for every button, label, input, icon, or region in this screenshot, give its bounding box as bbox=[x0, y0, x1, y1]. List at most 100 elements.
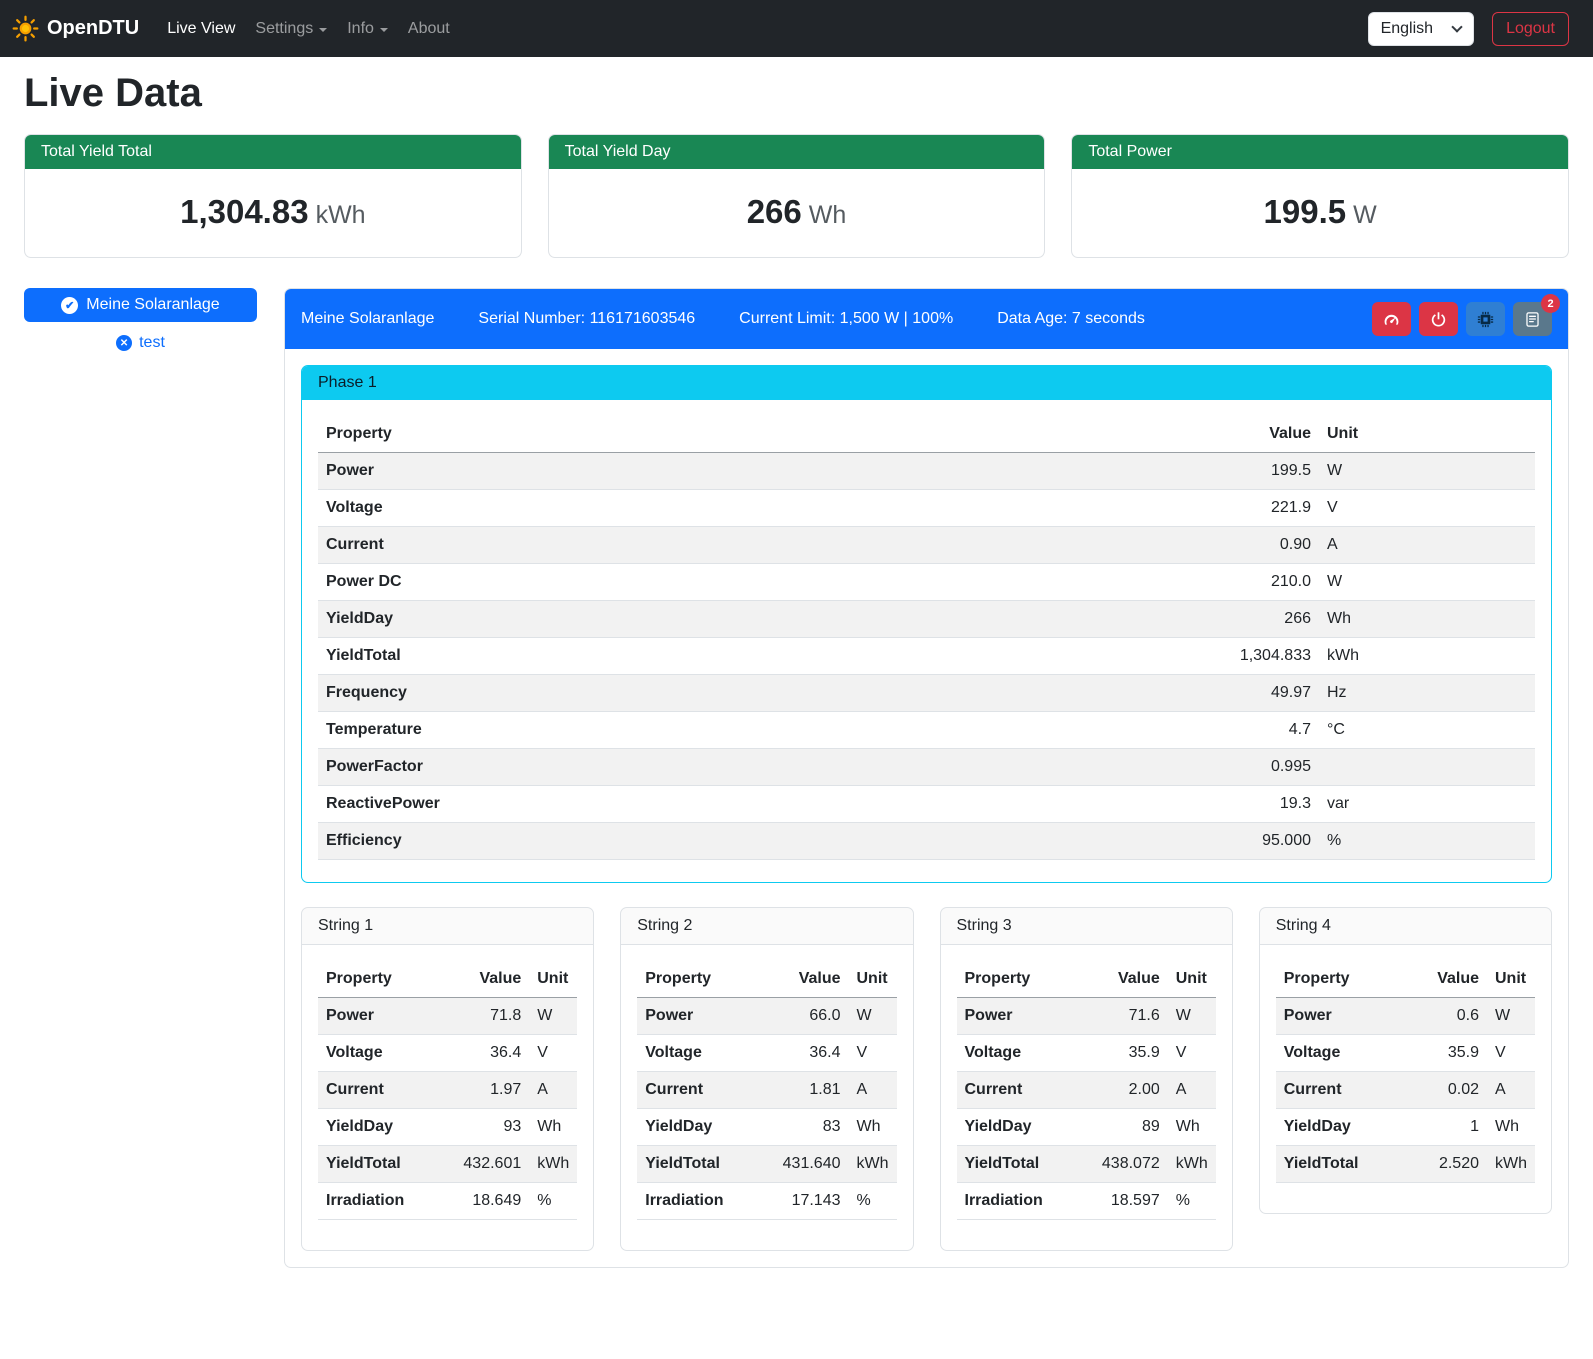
table-row: YieldDay 1 Wh bbox=[1276, 1109, 1535, 1146]
row-property: YieldDay bbox=[1276, 1109, 1399, 1146]
row-value: 71.6 bbox=[1080, 998, 1168, 1035]
string-card-title: String 4 bbox=[1260, 908, 1551, 945]
row-unit: kWh bbox=[1168, 1146, 1216, 1183]
table-row: YieldDay 89 Wh bbox=[957, 1109, 1216, 1146]
row-property: Temperature bbox=[318, 712, 1169, 749]
table-row: Power 199.5 W bbox=[318, 453, 1535, 490]
phase-1-card: Phase 1 Property Value Unit Power bbox=[301, 365, 1552, 883]
brand-link[interactable]: OpenDTU bbox=[12, 15, 139, 42]
row-property: Voltage bbox=[637, 1035, 760, 1072]
row-value: 49.97 bbox=[1169, 675, 1319, 712]
table-row: Frequency 49.97 Hz bbox=[318, 675, 1535, 712]
card-title: Total Power bbox=[1072, 135, 1568, 169]
row-unit: % bbox=[849, 1183, 897, 1220]
card-unit: kWh bbox=[316, 201, 366, 229]
table-row: Power 71.6 W bbox=[957, 998, 1216, 1035]
nav-live-view[interactable]: Live View bbox=[157, 12, 245, 46]
card-value: 1,304.83 bbox=[180, 193, 308, 230]
table-row: Current 1.97 A bbox=[318, 1072, 577, 1109]
nav-about[interactable]: About bbox=[398, 12, 460, 46]
table-header-row: Property Value Unit bbox=[957, 961, 1216, 998]
col-property: Property bbox=[1276, 961, 1399, 998]
power-toggle-button[interactable] bbox=[1419, 302, 1458, 336]
row-value: 266 bbox=[1169, 601, 1319, 638]
row-value: 1 bbox=[1399, 1109, 1487, 1146]
col-value: Value bbox=[761, 961, 849, 998]
row-property: Voltage bbox=[1276, 1035, 1399, 1072]
row-property: Power DC bbox=[318, 564, 1169, 601]
table-row: YieldTotal 438.072 kWh bbox=[957, 1146, 1216, 1183]
check-circle-icon: ✔ bbox=[61, 297, 78, 314]
strings-row: String 1 Property Value Unit bbox=[301, 907, 1552, 1251]
col-value: Value bbox=[1169, 416, 1319, 453]
logout-button[interactable]: Logout bbox=[1492, 12, 1569, 46]
total-yield-total-card: Total Yield Total 1,304.83kWh bbox=[24, 134, 522, 258]
table-row: Voltage 35.9 V bbox=[1276, 1035, 1535, 1072]
phase-table: Property Value Unit Power 199.5 W Voltag… bbox=[318, 416, 1535, 860]
row-value: 431.640 bbox=[761, 1146, 849, 1183]
row-value: 83 bbox=[761, 1109, 849, 1146]
string-2-card: String 2 Property Value Unit bbox=[620, 907, 913, 1251]
row-property: ReactivePower bbox=[318, 786, 1169, 823]
nav-settings-label: Settings bbox=[255, 20, 313, 38]
nav-info[interactable]: Info bbox=[337, 12, 398, 46]
row-unit: W bbox=[849, 998, 897, 1035]
cpu-chip-icon bbox=[1477, 311, 1494, 328]
language-select[interactable]: English bbox=[1368, 12, 1474, 46]
table-row: ReactivePower 19.3 var bbox=[318, 786, 1535, 823]
row-unit: W bbox=[1487, 998, 1535, 1035]
col-value: Value bbox=[1080, 961, 1168, 998]
table-header-row: Property Value Unit bbox=[318, 961, 577, 998]
summary-cards-row: Total Yield Total 1,304.83kWh Total Yiel… bbox=[24, 134, 1569, 258]
chevron-down-icon bbox=[319, 28, 327, 32]
table-row: Power 0.6 W bbox=[1276, 998, 1535, 1035]
string-3-card: String 3 Property Value Unit bbox=[940, 907, 1233, 1251]
row-value: 36.4 bbox=[761, 1035, 849, 1072]
string-1-table: Property Value Unit Power 71.8 W Voltage… bbox=[318, 961, 577, 1220]
row-value: 66.0 bbox=[761, 998, 849, 1035]
table-row: Voltage 221.9 V bbox=[318, 490, 1535, 527]
row-value: 93 bbox=[441, 1109, 529, 1146]
row-unit: kWh bbox=[1487, 1146, 1535, 1183]
nav-info-label: Info bbox=[347, 20, 374, 38]
table-row: YieldDay 93 Wh bbox=[318, 1109, 577, 1146]
row-unit: Wh bbox=[1487, 1109, 1535, 1146]
limit-settings-button[interactable] bbox=[1372, 302, 1411, 336]
row-unit: W bbox=[1168, 998, 1216, 1035]
row-unit: °C bbox=[1319, 712, 1535, 749]
table-row: Irradiation 17.143 % bbox=[637, 1183, 896, 1220]
nav-about-label: About bbox=[408, 20, 450, 38]
row-property: Current bbox=[637, 1072, 760, 1109]
row-value: 89 bbox=[1080, 1109, 1168, 1146]
card-value: 199.5 bbox=[1264, 193, 1347, 230]
inverter-select-button[interactable]: ✔ Meine Solaranlage bbox=[24, 288, 257, 322]
table-row: Current 0.90 A bbox=[318, 527, 1535, 564]
inverter-current-limit: Current Limit: 1,500 W | 100% bbox=[739, 310, 953, 328]
col-value: Value bbox=[441, 961, 529, 998]
inverter-select-label: Meine Solaranlage bbox=[86, 296, 219, 314]
table-row: Irradiation 18.597 % bbox=[957, 1183, 1216, 1220]
row-value: 438.072 bbox=[1080, 1146, 1168, 1183]
row-unit: V bbox=[1319, 490, 1535, 527]
card-unit: Wh bbox=[809, 201, 847, 229]
inverter-list-sidebar: ✔ Meine Solaranlage ✕ test bbox=[24, 288, 257, 352]
row-property: YieldDay bbox=[318, 601, 1169, 638]
row-unit: V bbox=[1487, 1035, 1535, 1072]
row-property: YieldDay bbox=[637, 1109, 760, 1146]
row-unit: Wh bbox=[1168, 1109, 1216, 1146]
language-selected-value: English bbox=[1381, 20, 1433, 38]
row-unit: V bbox=[849, 1035, 897, 1072]
x-circle-icon: ✕ bbox=[116, 335, 132, 351]
inverter-info-button[interactable] bbox=[1466, 302, 1505, 336]
string-card-title: String 2 bbox=[621, 908, 912, 945]
row-property: YieldTotal bbox=[957, 1146, 1080, 1183]
table-row: Voltage 36.4 V bbox=[637, 1035, 896, 1072]
table-row: Voltage 36.4 V bbox=[318, 1035, 577, 1072]
table-row: Current 1.81 A bbox=[637, 1072, 896, 1109]
sidebar-item-test[interactable]: ✕ test bbox=[24, 334, 257, 352]
nav-settings[interactable]: Settings bbox=[245, 12, 337, 46]
row-value: 0.02 bbox=[1399, 1072, 1487, 1109]
event-log-button[interactable]: 2 bbox=[1513, 302, 1552, 336]
col-property: Property bbox=[957, 961, 1080, 998]
row-property: Irradiation bbox=[637, 1183, 760, 1220]
